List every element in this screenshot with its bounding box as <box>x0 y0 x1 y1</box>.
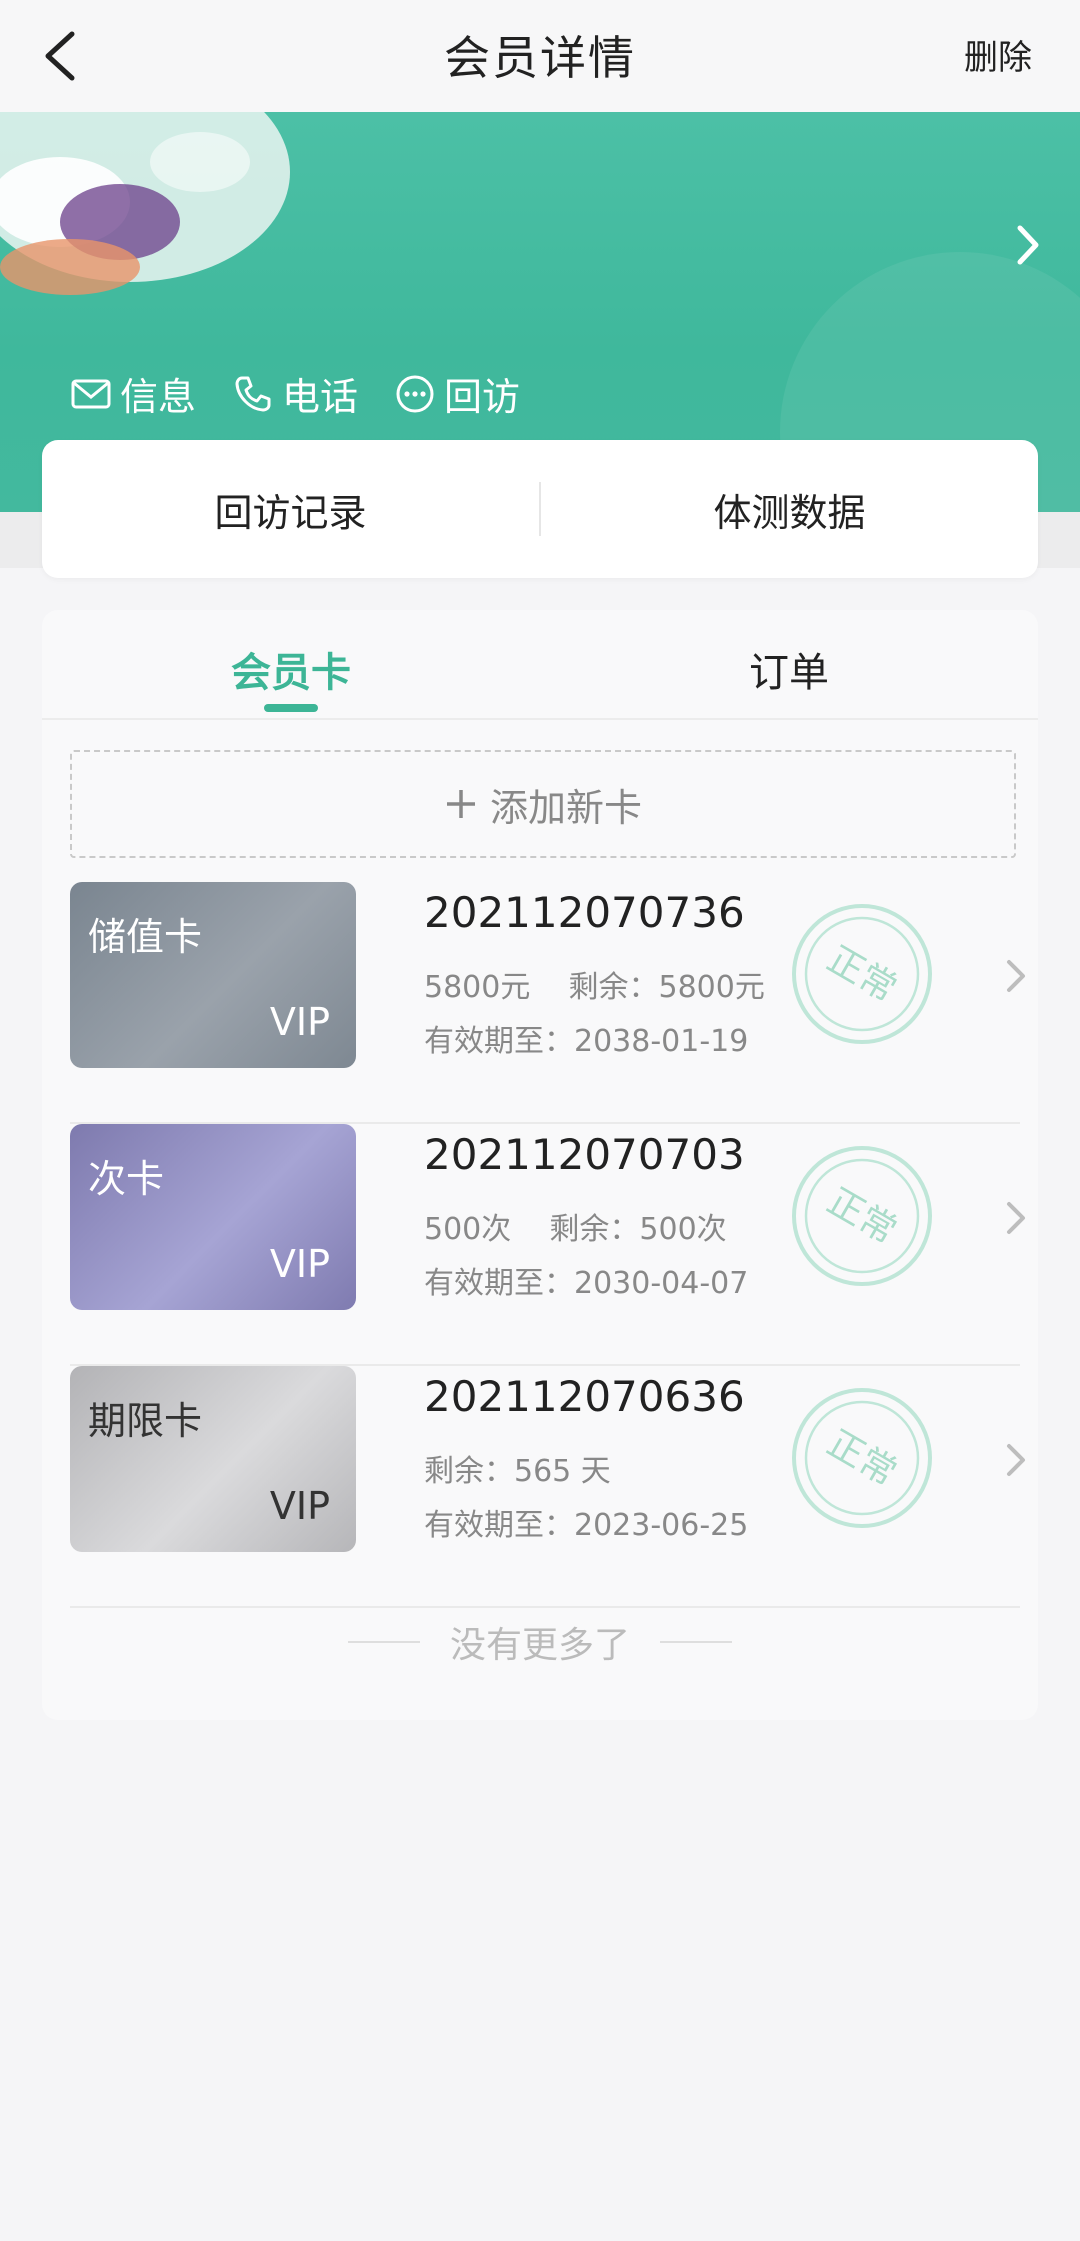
navigation-bar: 会员详情 删除 <box>0 0 1080 112</box>
status-stamp-icon: 正常 <box>792 1388 932 1528</box>
add-new-card-label: 添加新卡 <box>489 785 642 830</box>
revisit-action-label: 回访 <box>444 375 521 419</box>
no-more-label: 没有更多了 <box>449 1625 630 1666</box>
status-stamp-text: 正常 <box>820 1181 903 1253</box>
delete-button[interactable]: 删除 <box>964 30 1032 79</box>
times-card-image: 次卡 VIP <box>70 1124 356 1310</box>
avatar[interactable] <box>0 112 300 352</box>
phone-action-label: 电话 <box>282 375 359 419</box>
revisit-action[interactable]: 回访 <box>394 366 520 421</box>
chevron-right-icon <box>1007 1202 1025 1234</box>
member-card-panel: 会员卡 订单 添加新卡 储值卡 VIP 202112070736 5800元 剩… <box>42 610 1038 1720</box>
card-row[interactable]: 期限卡 VIP 202112070636 剩余：565 天 有效期至：2023-… <box>70 1366 1025 1608</box>
card-balance: 剩余：565 天 <box>424 1454 611 1489</box>
card-row[interactable]: 储值卡 VIP 202112070736 5800元 剩余：5800元 有效期至… <box>70 882 1025 1124</box>
chevron-right-icon <box>1007 960 1025 992</box>
member-detail-page: 会员详情 删除 信息 电话 回访 回访记录 体测数据 会员卡 订单 添加新卡 储… <box>0 0 1080 2241</box>
card-balance: 500次 剩余：500次 <box>424 1212 727 1247</box>
vip-badge: VIP <box>269 1000 330 1044</box>
card-balance: 5800元 剩余：5800元 <box>424 970 765 1005</box>
phone-icon <box>235 376 271 411</box>
page-title: 会员详情 <box>444 31 636 85</box>
chevron-right-icon <box>1007 1444 1025 1476</box>
status-stamp-text: 正常 <box>820 1423 903 1495</box>
active-tab-indicator <box>264 704 318 712</box>
divider <box>347 1641 420 1643</box>
card-type-label: 次卡 <box>88 1157 165 1201</box>
no-more-indicator: 没有更多了 <box>42 1616 1038 1668</box>
chevron-right-icon[interactable] <box>1014 220 1044 270</box>
card-type-label: 储值卡 <box>88 915 203 959</box>
plus-icon <box>446 790 475 818</box>
status-stamp-icon: 正常 <box>792 1146 932 1286</box>
tab-member-cards[interactable]: 会员卡 <box>42 610 540 718</box>
records-card: 回访记录 体测数据 <box>42 440 1038 578</box>
divider <box>660 1641 732 1643</box>
mail-icon <box>71 379 111 408</box>
card-number: 202112070703 <box>424 1130 745 1179</box>
card-number: 202112070736 <box>424 888 745 937</box>
stored-value-card-image: 储值卡 VIP <box>70 882 356 1068</box>
tab-bar: 会员卡 订单 <box>42 610 1038 720</box>
status-stamp-text: 正常 <box>820 939 903 1011</box>
contact-actions: 信息 电话 回访 <box>70 366 556 421</box>
message-action-label: 信息 <box>120 375 197 419</box>
card-number: 202112070636 <box>424 1372 745 1421</box>
add-new-card-button[interactable]: 添加新卡 <box>70 750 1016 858</box>
card-expiry: 有效期至：2023-06-25 <box>424 1508 749 1543</box>
visit-records-button[interactable]: 回访记录 <box>42 482 539 537</box>
card-expiry: 有效期至：2030-04-07 <box>424 1266 749 1301</box>
vip-badge: VIP <box>269 1484 330 1528</box>
card-type-label: 期限卡 <box>88 1399 203 1443</box>
phone-action[interactable]: 电话 <box>232 366 358 421</box>
message-action[interactable]: 信息 <box>70 366 196 421</box>
card-expiry: 有效期至：2038-01-19 <box>424 1024 749 1059</box>
body-data-button[interactable]: 体测数据 <box>541 482 1038 537</box>
vip-badge: VIP <box>269 1242 330 1286</box>
more-circle-icon <box>396 375 434 412</box>
card-row[interactable]: 次卡 VIP 202112070703 500次 剩余：500次 有效期至：20… <box>70 1124 1025 1366</box>
tab-orders[interactable]: 订单 <box>540 610 1038 718</box>
period-card-image: 期限卡 VIP <box>70 1366 356 1552</box>
status-stamp-icon: 正常 <box>792 904 932 1044</box>
